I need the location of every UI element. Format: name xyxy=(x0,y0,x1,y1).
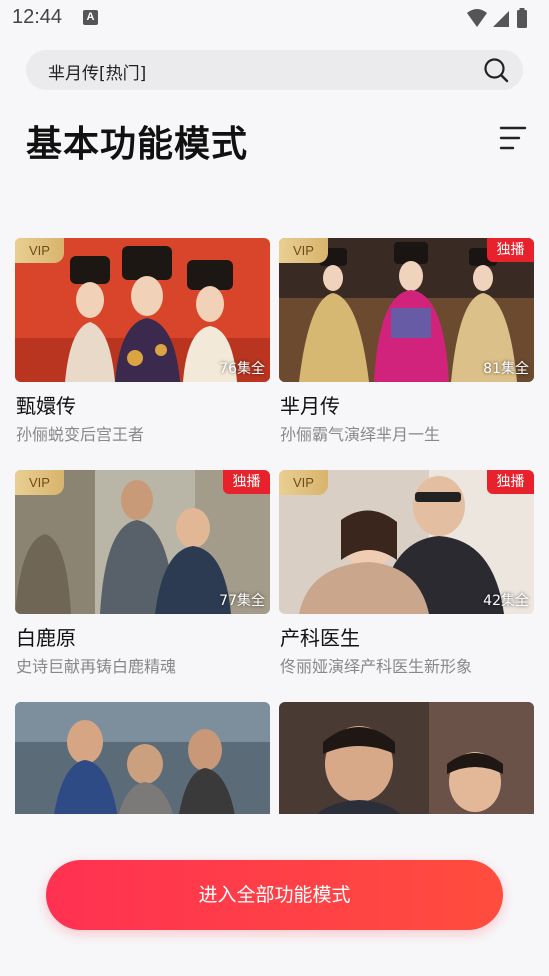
show-thumbnail[interactable]: VIP 独播 42集全 xyxy=(279,470,534,614)
show-thumbnail[interactable]: VIP 独播 77集全 xyxy=(15,470,270,614)
vip-badge: VIP xyxy=(15,238,64,263)
status-bar: 12:44 A xyxy=(0,0,549,36)
exclusive-badge: 独播 xyxy=(487,238,534,262)
page-title: 基本功能模式 xyxy=(26,124,249,165)
show-subtitle: 佟丽娅演绎产科医生新形象 xyxy=(280,657,473,676)
show-card[interactable]: VIP 76集全 甄嬛传 孙俪蜕变后宫王者 xyxy=(15,238,270,444)
enter-full-mode-label: 进入全部功能模式 xyxy=(198,884,351,906)
search-bar[interactable]: 芈月传[热门] xyxy=(26,50,523,90)
show-card[interactable]: VIP 独播 77集全 白鹿原 史诗巨献再铸白鹿精魂 xyxy=(15,470,270,676)
show-card[interactable] xyxy=(15,702,270,814)
show-thumbnail[interactable]: VIP 76集全 xyxy=(15,238,270,382)
show-title[interactable]: 甄嬛传 xyxy=(16,390,76,419)
notification-icon: A xyxy=(83,10,98,25)
show-thumbnail[interactable]: VIP 独播 81集全 xyxy=(279,238,534,382)
status-time: 12:44 xyxy=(12,6,63,28)
show-title[interactable]: 产科医生 xyxy=(280,622,360,651)
wifi-icon xyxy=(467,9,487,27)
show-thumbnail[interactable] xyxy=(15,702,270,814)
search-input[interactable]: 芈月传[热门] xyxy=(48,59,146,84)
search-icon[interactable] xyxy=(483,57,509,83)
show-subtitle: 孙俪霸气演绎芈月一生 xyxy=(280,425,441,444)
episode-count: 76集全 xyxy=(219,361,265,377)
show-thumbnail[interactable] xyxy=(279,702,534,814)
episode-count: 77集全 xyxy=(219,593,265,609)
show-card[interactable]: VIP 独播 81集全 芈月传 孙俪霸气演绎芈月一生 xyxy=(279,238,534,444)
episode-count: 81集全 xyxy=(483,361,529,377)
poster-image xyxy=(279,702,534,814)
show-title[interactable]: 白鹿原 xyxy=(16,622,76,651)
battery-icon xyxy=(517,10,527,28)
signal-icon xyxy=(493,11,509,27)
content-grid: VIP 76集全 甄嬛传 孙俪蜕变后宫王者 VIP 独播 81集全 芈月传 孙俪… xyxy=(15,238,534,814)
show-title[interactable]: 芈月传 xyxy=(280,390,340,419)
status-icons xyxy=(467,8,527,28)
enter-full-mode-button[interactable]: 进入全部功能模式 xyxy=(46,860,503,930)
show-subtitle: 孙俪蜕变后宫王者 xyxy=(16,425,145,444)
show-card[interactable] xyxy=(279,702,534,814)
show-card[interactable]: VIP 独播 42集全 产科医生 佟丽娅演绎产科医生新形象 xyxy=(279,470,534,676)
poster-image xyxy=(15,702,270,814)
sort-menu-icon[interactable] xyxy=(499,124,527,152)
exclusive-badge: 独播 xyxy=(223,470,270,494)
exclusive-badge: 独播 xyxy=(487,470,534,494)
vip-badge: VIP xyxy=(279,470,328,495)
show-subtitle: 史诗巨献再铸白鹿精魂 xyxy=(16,657,177,676)
vip-badge: VIP xyxy=(279,238,328,263)
episode-count: 42集全 xyxy=(483,593,529,609)
vip-badge: VIP xyxy=(15,470,64,495)
